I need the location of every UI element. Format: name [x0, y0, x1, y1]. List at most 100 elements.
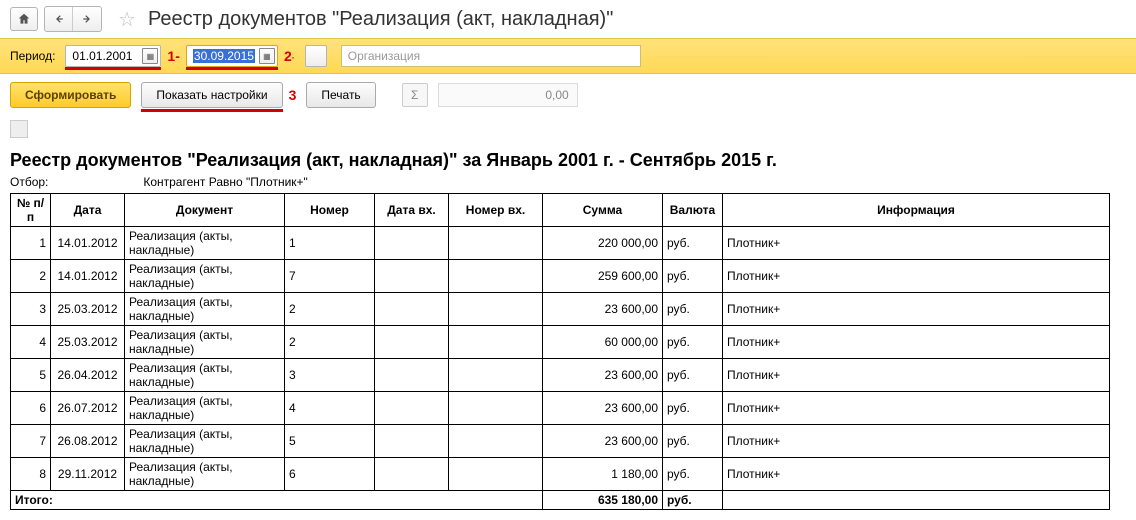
total-sum: 635 180,00 [543, 491, 663, 510]
cell-nomer: 2 [285, 326, 375, 359]
cell-in-num [449, 458, 543, 491]
cell-date: 26.04.2012 [51, 359, 125, 392]
cell-sum: 23 600,00 [543, 425, 663, 458]
table-row[interactable]: 425.03.2012Реализация (акты, накладные)2… [11, 326, 1110, 359]
cell-info: Плотник+ [723, 326, 1110, 359]
generate-button[interactable]: Сформировать [10, 82, 131, 108]
cell-doc: Реализация (акты, накладные) [125, 326, 285, 359]
col-nomer: Номер [285, 194, 375, 227]
cell-doc: Реализация (акты, накладные) [125, 359, 285, 392]
col-date: Дата [51, 194, 125, 227]
report-filter: Отбор: Контрагент Равно "Плотник+" [10, 175, 1126, 189]
table-row[interactable]: 214.01.2012Реализация (акты, накладные)7… [11, 260, 1110, 293]
cell-in-date [375, 293, 449, 326]
col-in-date: Дата вх. [375, 194, 449, 227]
cell-info: Плотник+ [723, 425, 1110, 458]
period-label: Период: [10, 49, 55, 63]
cell-doc: Реализация (акты, накладные) [125, 293, 285, 326]
cell-nomer: 6 [285, 458, 375, 491]
total-info [723, 491, 1110, 510]
date-from-field[interactable]: ▦ [65, 45, 161, 67]
calendar-to-icon[interactable]: ▦ [259, 48, 275, 64]
date-to-field[interactable]: 30.09.2015 ▦ [186, 45, 278, 67]
cell-in-date [375, 392, 449, 425]
col-num: № п/п [11, 194, 51, 227]
table-row[interactable]: 626.07.2012Реализация (акты, накладные)4… [11, 392, 1110, 425]
cell-doc: Реализация (акты, накладные) [125, 425, 285, 458]
table-row[interactable]: 325.03.2012Реализация (акты, накладные)2… [11, 293, 1110, 326]
cell-cur: руб. [663, 326, 723, 359]
favorite-star-icon[interactable]: ☆ [118, 7, 136, 32]
cell-nomer: 4 [285, 392, 375, 425]
col-info: Информация [723, 194, 1110, 227]
annotation-underline-2 [186, 67, 278, 70]
cell-cur: руб. [663, 260, 723, 293]
cell-in-date [375, 458, 449, 491]
cell-in-date [375, 425, 449, 458]
calendar-from-icon[interactable]: ▦ [142, 48, 158, 64]
cell-cur: руб. [663, 359, 723, 392]
total-row: Итого: 635 180,00 руб. [11, 491, 1110, 510]
report-table: № п/п Дата Документ Номер Дата вх. Номер… [10, 193, 1110, 510]
cell-date: 25.03.2012 [51, 293, 125, 326]
cell-in-date [375, 326, 449, 359]
cell-date: 26.07.2012 [51, 392, 125, 425]
cell-cur: руб. [663, 425, 723, 458]
cell-num: 7 [11, 425, 51, 458]
cell-sum: 259 600,00 [543, 260, 663, 293]
cell-in-num [449, 260, 543, 293]
cell-num: 2 [11, 260, 51, 293]
col-doc: Документ [125, 194, 285, 227]
cell-in-date [375, 227, 449, 260]
cell-sum: 23 600,00 [543, 359, 663, 392]
table-row[interactable]: 114.01.2012Реализация (акты, накладные)1… [11, 227, 1110, 260]
cell-sum: 60 000,00 [543, 326, 663, 359]
cell-sum: 220 000,00 [543, 227, 663, 260]
cell-doc: Реализация (акты, накладные) [125, 227, 285, 260]
date-from-input[interactable] [72, 49, 138, 63]
cell-date: 29.11.2012 [51, 458, 125, 491]
home-button[interactable] [10, 7, 38, 31]
total-cur: руб. [663, 491, 723, 510]
cell-sum: 23 600,00 [543, 392, 663, 425]
col-cur: Валюта [663, 194, 723, 227]
annotation-2: 2· [284, 48, 295, 64]
action-bar: Сформировать Показать настройки 3 Печать… [0, 74, 1136, 116]
cell-date: 25.03.2012 [51, 326, 125, 359]
spreadsheet-corner[interactable] [10, 120, 28, 138]
cell-doc: Реализация (акты, накладные) [125, 392, 285, 425]
cell-nomer: 5 [285, 425, 375, 458]
period-bar: Период: ▦ 1- 30.09.2015 ▦ 2· Организация [0, 38, 1136, 74]
sigma-button[interactable]: Σ [402, 83, 428, 107]
arrow-right-icon [80, 14, 94, 24]
date-to-input[interactable]: 30.09.2015 [193, 49, 255, 63]
forward-button[interactable] [73, 7, 101, 31]
cell-in-num [449, 227, 543, 260]
cell-in-num [449, 425, 543, 458]
cell-info: Плотник+ [723, 293, 1110, 326]
cell-num: 8 [11, 458, 51, 491]
cell-num: 5 [11, 359, 51, 392]
col-sum: Сумма [543, 194, 663, 227]
cell-in-num [449, 326, 543, 359]
annotation-underline-3 [141, 109, 282, 112]
home-icon [17, 12, 31, 26]
cell-date: 14.01.2012 [51, 260, 125, 293]
show-settings-button[interactable]: Показать настройки [141, 82, 282, 108]
back-button[interactable] [45, 7, 73, 31]
period-select-button[interactable] [305, 45, 327, 67]
cell-info: Плотник+ [723, 359, 1110, 392]
cell-sum: 23 600,00 [543, 293, 663, 326]
sum-display: 0,00 [438, 83, 578, 107]
table-row[interactable]: 726.08.2012Реализация (акты, накладные)5… [11, 425, 1110, 458]
cell-in-date [375, 359, 449, 392]
organization-field[interactable]: Организация [341, 45, 641, 67]
page-title: Реестр документов "Реализация (акт, накл… [148, 8, 613, 31]
cell-sum: 1 180,00 [543, 458, 663, 491]
table-row[interactable]: 526.04.2012Реализация (акты, накладные)3… [11, 359, 1110, 392]
table-row[interactable]: 829.11.2012Реализация (акты, накладные)6… [11, 458, 1110, 491]
cell-doc: Реализация (акты, накладные) [125, 260, 285, 293]
print-button[interactable]: Печать [306, 82, 375, 108]
cell-date: 26.08.2012 [51, 425, 125, 458]
filter-label: Отбор: [10, 175, 140, 189]
